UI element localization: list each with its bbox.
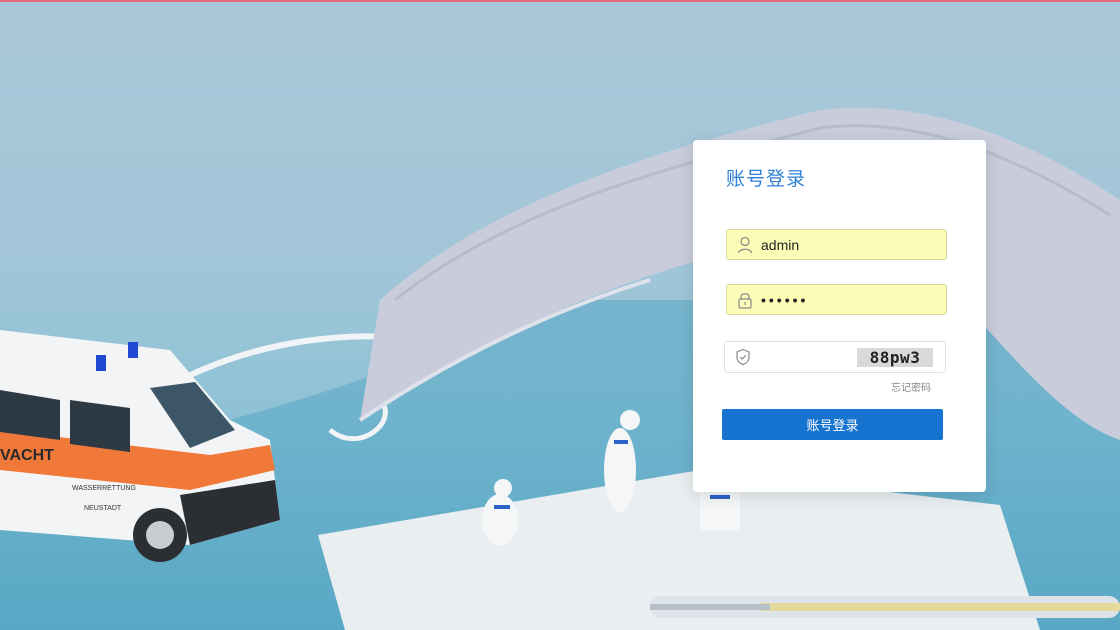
captcha-image[interactable]: 88pw3 bbox=[857, 348, 933, 367]
svg-text:VACHT: VACHT bbox=[0, 447, 54, 464]
login-button[interactable]: 账号登录 bbox=[722, 409, 943, 440]
captcha-field[interactable]: 88pw3 bbox=[724, 341, 946, 373]
login-title: 账号登录 bbox=[726, 168, 807, 190]
login-card: 账号登录 88pw3 忘记密码 账号登录 bbox=[693, 140, 986, 492]
user-icon bbox=[737, 236, 753, 254]
svg-text:WASSERRETTUNG: WASSERRETTUNG bbox=[72, 485, 136, 492]
lock-icon bbox=[738, 293, 752, 309]
username-input[interactable] bbox=[761, 230, 941, 259]
password-field[interactable] bbox=[726, 284, 947, 315]
password-input[interactable] bbox=[761, 285, 941, 314]
forgot-password-link[interactable]: 忘记密码 bbox=[891, 379, 931, 394]
svg-text:NEUSTADT: NEUSTADT bbox=[84, 505, 122, 512]
shield-icon bbox=[736, 348, 750, 366]
username-field[interactable] bbox=[726, 229, 947, 260]
